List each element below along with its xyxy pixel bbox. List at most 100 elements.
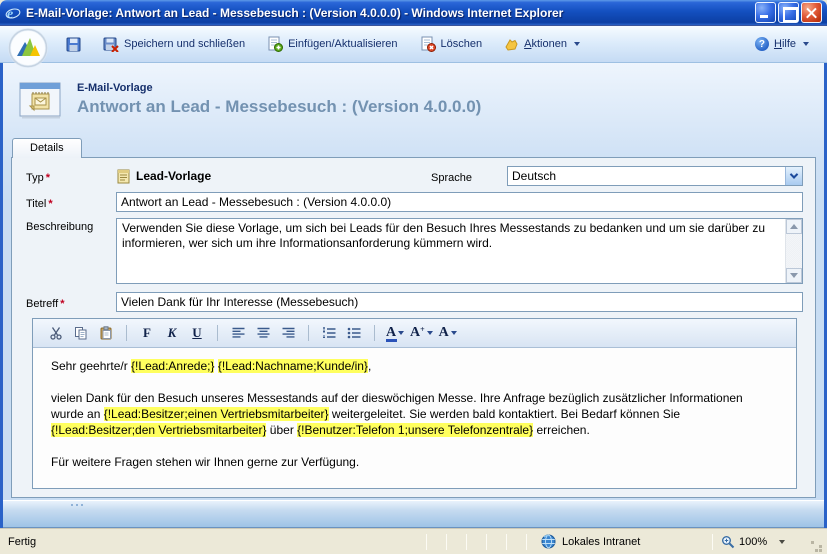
- zoom-control[interactable]: 100%: [713, 535, 809, 549]
- save-button[interactable]: [60, 33, 87, 56]
- actions-menu-button[interactable]: Aktionen: [498, 33, 586, 56]
- form-row-typ: Typ* Lead-Vorlage Sprache Deutsch: [20, 166, 803, 186]
- save-and-close-button[interactable]: Speichern und schließen: [97, 33, 251, 56]
- typ-label: Typ*: [20, 169, 116, 184]
- body-text: ,: [368, 359, 371, 373]
- tab-strip: Details: [3, 135, 824, 157]
- entity-type-label: E-Mail-Vorlage: [77, 82, 481, 94]
- statusbar-divider: [446, 534, 447, 550]
- align-center-button[interactable]: [252, 323, 274, 344]
- increase-font-button[interactable]: A+: [409, 323, 434, 344]
- body-text: erreichen.: [533, 423, 590, 437]
- actions-label: Aktionen: [524, 38, 567, 50]
- close-button[interactable]: [801, 2, 822, 23]
- sprache-select[interactable]: Deutsch: [507, 166, 803, 186]
- bullet-list-button[interactable]: [343, 323, 365, 344]
- save-and-close-icon: [103, 37, 119, 52]
- numbered-list-button[interactable]: [318, 323, 340, 344]
- statusbar-divider: [426, 534, 427, 550]
- required-marker: *: [46, 172, 50, 184]
- cut-button[interactable]: [45, 323, 67, 344]
- paste-button[interactable]: [95, 323, 117, 344]
- security-zone: Lokales Intranet: [527, 534, 712, 549]
- details-form: Typ* Lead-Vorlage Sprache Deutsch: [11, 157, 816, 498]
- body-text: weitergeleitet. Sie werden bald kontakti…: [329, 407, 681, 421]
- bullet-list-icon: [347, 327, 361, 339]
- decrease-font-button[interactable]: A: [437, 323, 459, 344]
- align-left-button[interactable]: [227, 323, 249, 344]
- command-toolbar: Speichern und schließen Einfügen/Aktuali…: [0, 25, 827, 63]
- sprache-selected-value: Deutsch: [512, 169, 556, 183]
- footer-band: [3, 500, 824, 528]
- page-body: E-Mail-Vorlage Antwort an Lead - Messebe…: [0, 63, 827, 528]
- resize-grip[interactable]: [809, 539, 824, 554]
- scroll-up-button[interactable]: [786, 219, 802, 234]
- delete-button[interactable]: Löschen: [414, 32, 489, 56]
- toolbar-separator: [374, 325, 375, 341]
- editor-body[interactable]: Sehr geehrte/r {!Lead:Anrede;} {!Lead:Na…: [33, 348, 796, 488]
- chevron-down-icon: [398, 331, 404, 335]
- delete-icon: [420, 36, 436, 52]
- copy-icon: [74, 326, 88, 340]
- form-row-beschreibung: Beschreibung Verwenden Sie diese Vorlage…: [20, 218, 803, 284]
- window-title: E-Mail-Vorlage: Antwort an Lead - Messeb…: [26, 6, 750, 20]
- align-left-icon: [232, 327, 245, 339]
- betreff-label: Betreff*: [20, 295, 116, 310]
- save-and-close-label: Speichern und schließen: [124, 38, 245, 50]
- beschreibung-scrollbar[interactable]: [785, 219, 802, 283]
- template-field-token: {!Lead:Anrede;}: [131, 359, 214, 373]
- email-body-editor: F K U: [32, 318, 797, 489]
- beschreibung-textarea[interactable]: Verwenden Sie diese Vorlage, um sich bei…: [116, 218, 803, 284]
- typ-value: Lead-Vorlage: [116, 168, 419, 184]
- editor-paragraph: Für weitere Fragen stehen wir Ihnen gern…: [51, 454, 778, 470]
- insert-update-button[interactable]: Einfügen/Aktualisieren: [261, 32, 403, 56]
- editor-paragraph: [51, 374, 778, 390]
- internet-explorer-icon[interactable]: e: [5, 5, 21, 21]
- sprache-dropdown-button[interactable]: [785, 167, 802, 185]
- insert-update-icon: [267, 36, 283, 52]
- editor-paragraph: Sehr geehrte/r {!Lead:Anrede;} {!Lead:Na…: [51, 358, 778, 374]
- titel-label: Titel*: [20, 195, 116, 210]
- zoom-level: 100%: [739, 536, 767, 548]
- align-right-icon: [282, 327, 295, 339]
- toolbar-separator: [126, 325, 127, 341]
- color-swatch: [386, 339, 397, 342]
- minimize-button[interactable]: [755, 2, 776, 23]
- numbered-list-icon: [322, 327, 336, 339]
- status-bar: Fertig Lokales Intranet 100%: [0, 528, 827, 554]
- maximize-button[interactable]: [778, 2, 799, 23]
- beschreibung-text: Verwenden Sie diese Vorlage, um sich bei…: [117, 219, 785, 283]
- status-text: Fertig: [3, 536, 407, 548]
- tab-details[interactable]: Details: [12, 138, 82, 158]
- italic-button[interactable]: K: [161, 323, 183, 344]
- copy-button[interactable]: [70, 323, 92, 344]
- underline-button[interactable]: U: [186, 323, 208, 344]
- help-menu-button[interactable]: ? Hilfe: [749, 33, 815, 55]
- chevron-down-icon: [779, 540, 785, 544]
- align-right-button[interactable]: [277, 323, 299, 344]
- form-row-betreff: Betreff*: [20, 292, 803, 312]
- font-color-button[interactable]: A: [384, 323, 406, 344]
- statusbar-divider: [506, 534, 507, 550]
- statusbar-divider: [486, 534, 487, 550]
- body-text: Für weitere Fragen stehen wir Ihnen gern…: [51, 455, 359, 469]
- actions-icon: [504, 37, 519, 52]
- body-text: über: [266, 423, 297, 437]
- chevron-down-icon: [790, 170, 798, 178]
- bold-button[interactable]: F: [136, 323, 158, 344]
- delete-label: Löschen: [441, 38, 483, 50]
- chevron-down-icon: [803, 42, 809, 46]
- align-center-icon: [257, 327, 270, 339]
- scroll-down-button[interactable]: [786, 268, 802, 283]
- body-text: Sehr geehrte/r: [51, 359, 131, 373]
- title-bar: e E-Mail-Vorlage: Antwort an Lead - Mess…: [0, 0, 827, 25]
- template-field-token: {!Benutzer:Telefon 1;unsere Telefonzentr…: [297, 423, 533, 437]
- chevron-down-icon: [451, 331, 457, 335]
- triangle-down-icon: [790, 273, 798, 278]
- browser-window: e E-Mail-Vorlage: Antwort an Lead - Mess…: [0, 0, 827, 554]
- titel-input[interactable]: [116, 192, 803, 212]
- chevron-down-icon: [574, 42, 580, 46]
- beschreibung-label: Beschreibung: [20, 218, 116, 233]
- save-icon: [66, 37, 81, 52]
- betreff-input[interactable]: [116, 292, 803, 312]
